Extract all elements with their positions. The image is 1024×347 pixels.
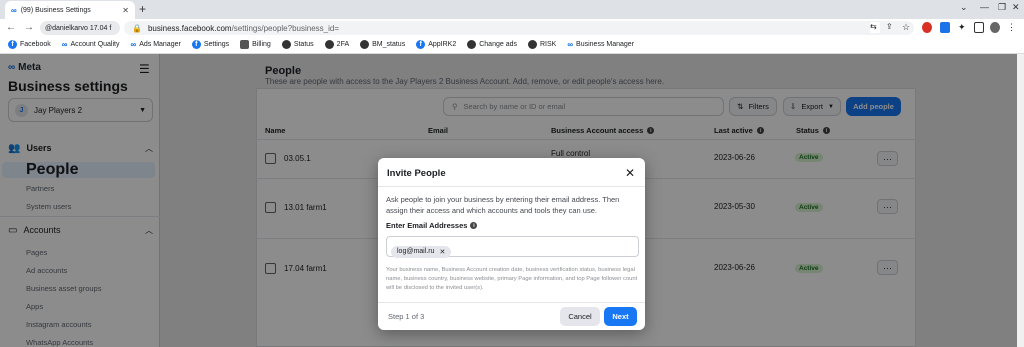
dialog-title: Invite People <box>387 168 446 179</box>
bookmark-account-quality[interactable]: ∞ Account Quality <box>62 40 120 49</box>
globe-icon <box>467 40 477 49</box>
tab-title: (99) Business Settings <box>20 6 91 14</box>
facebook-icon: f <box>416 40 426 49</box>
meta-icon: ∞ <box>130 40 137 49</box>
remove-icon[interactable]: ✕ <box>439 248 445 256</box>
page-icon <box>240 40 250 49</box>
close-window-button[interactable]: ✕ <box>1012 2 1020 13</box>
meta-icon: ∞ <box>11 5 17 15</box>
bookmark-business-manager[interactable]: ∞ Business Manager <box>567 40 634 49</box>
info-icon[interactable]: i <box>470 222 478 229</box>
close-icon[interactable]: ✕ <box>122 6 129 15</box>
avatar[interactable] <box>990 22 1000 33</box>
bookmark-change-ads[interactable]: Change ads <box>467 40 517 49</box>
divider <box>378 186 645 187</box>
extension-icon[interactable] <box>940 22 950 33</box>
share-icon[interactable]: ⇪ <box>886 22 896 33</box>
address-bar[interactable]: 🔒 business.facebook.com/settings/people?… <box>124 21 914 35</box>
globe-icon <box>360 40 370 49</box>
disclosure-note: Your business name, Business Account cre… <box>386 267 638 291</box>
minimize-button[interactable]: — <box>980 2 989 12</box>
translate-icon[interactable]: ⇆ <box>870 22 880 33</box>
maximize-button[interactable]: ❐ <box>998 2 1006 13</box>
meta-icon: ∞ <box>61 40 68 49</box>
email-field-label: Enter Email Addresses i <box>386 221 478 230</box>
email-chip: log@mail.ru ✕ <box>391 245 452 258</box>
bookmark-bm-status[interactable]: BM_status <box>360 40 405 49</box>
globe-icon <box>528 40 537 49</box>
facebook-icon: f <box>191 40 201 49</box>
bookmark-billing[interactable]: Billing <box>240 40 271 49</box>
browser-tab[interactable]: ∞ (99) Business Settings ✕ <box>5 1 135 19</box>
globe-icon <box>324 40 334 49</box>
profile-name: @danielkarvo 17.04 f <box>45 24 112 32</box>
lock-icon: 🔒 <box>132 23 142 33</box>
bookmark-status[interactable]: Status <box>281 40 314 49</box>
bookmark-appirk2[interactable]: f AppIRK2 <box>416 40 456 49</box>
puzzle-icon[interactable]: ✦ <box>958 22 968 33</box>
next-button[interactable]: Next <box>604 307 637 326</box>
star-icon[interactable]: ☆ <box>902 22 912 33</box>
globe-icon <box>281 40 291 49</box>
cancel-button[interactable]: Cancel <box>560 307 600 326</box>
url-path: /settings/people?business_id= <box>231 23 339 33</box>
scrollbar[interactable] <box>1017 54 1024 347</box>
meta-icon: ∞ <box>567 40 574 49</box>
bookmark-risk[interactable]: RISK <box>528 40 556 49</box>
tab-strip <box>0 0 1024 19</box>
step-indicator: Step 1 of 3 <box>388 312 425 321</box>
sidepanel-icon[interactable] <box>974 22 984 33</box>
chevron-down-icon[interactable]: ⌄ <box>960 2 968 13</box>
forward-icon[interactable]: → <box>24 22 34 33</box>
new-tab-button[interactable]: + <box>139 2 146 16</box>
bookmark-settings[interactable]: f Settings <box>191 40 229 49</box>
divider <box>378 302 645 303</box>
bookmark-2fa[interactable]: 2FA <box>324 40 349 49</box>
extension-icon[interactable] <box>922 22 932 33</box>
facebook-icon: f <box>8 40 17 49</box>
bookmarks-bar: f Facebook ∞ Account Quality ∞ Ads Manager … <box>0 36 1024 54</box>
bookmark-facebook[interactable]: f Facebook <box>8 40 51 49</box>
close-icon[interactable]: ✕ <box>625 166 635 180</box>
email-field[interactable]: log@mail.ru ✕ <box>386 236 639 258</box>
dialog-description: Ask people to join your business by ente… <box>386 195 620 215</box>
profile-chip[interactable]: @danielkarvo 17.04 f <box>40 21 120 35</box>
back-icon[interactable]: ← <box>6 22 16 33</box>
bookmark-ads-manager[interactable]: ∞ Ads Manager <box>130 40 180 49</box>
more-icon[interactable]: ⋮ <box>1007 22 1017 33</box>
url-host: business.facebook.com <box>147 23 232 33</box>
